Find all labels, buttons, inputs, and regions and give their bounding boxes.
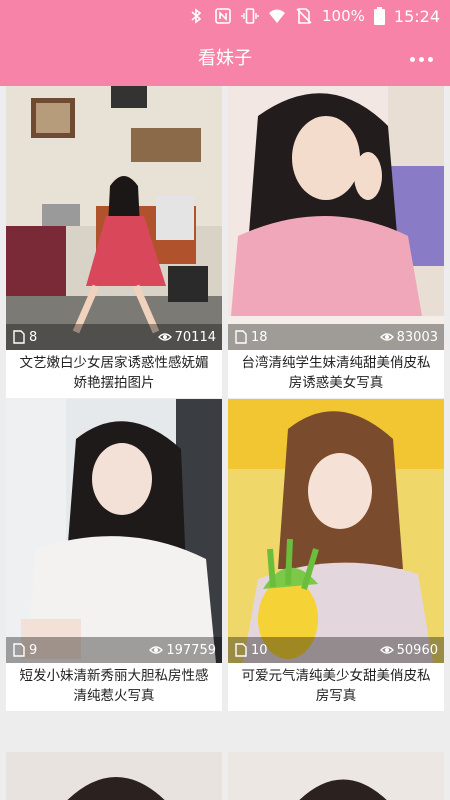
eye-icon xyxy=(149,643,164,657)
nfc-icon xyxy=(214,7,232,25)
status-bar: 100% 15:24 xyxy=(0,0,450,32)
card-caption[interactable]: 可爱元气清纯美少女甜美俏皮私房写真 xyxy=(228,663,444,711)
photo-count-icon xyxy=(234,330,248,344)
battery-percent: 100% xyxy=(322,7,365,25)
app-title: 看妹子 xyxy=(198,48,252,69)
bluetooth-icon xyxy=(187,7,205,25)
photo-count-icon xyxy=(12,643,26,657)
gallery-photo[interactable]: 18 83003 xyxy=(228,86,444,350)
eye-icon xyxy=(379,330,394,344)
gallery-photo[interactable]: 8 70114 xyxy=(6,86,222,350)
gallery-card[interactable]: 10 50960 可爱元气清纯美少女甜美俏皮私房写真 xyxy=(228,399,444,711)
gallery-photo[interactable] xyxy=(6,752,222,800)
app-bar: 看妹子 xyxy=(0,32,450,86)
gallery-card[interactable]: 9 197759 短发小妹清新秀丽大胆私房性感清纯惹火写真 xyxy=(6,399,222,711)
gallery-card[interactable]: 18 83003 台湾清纯学生妹清纯甜美俏皮私房诱惑美女写真 xyxy=(228,86,444,398)
gallery-card-partial[interactable] xyxy=(6,752,222,800)
view-count: 50960 xyxy=(396,642,438,658)
photo-meta-bar: 8 70114 xyxy=(6,324,222,350)
gallery-photo[interactable] xyxy=(228,752,444,800)
eye-icon xyxy=(379,643,394,657)
view-count: 70114 xyxy=(174,329,216,345)
gallery-card-partial[interactable] xyxy=(228,752,444,800)
card-caption[interactable]: 文艺嫩白少女居家诱惑性感妩媚娇艳摆拍图片 xyxy=(6,350,222,398)
photo-count: 8 xyxy=(29,329,38,345)
clock: 15:24 xyxy=(393,6,440,26)
photo-meta-bar: 18 83003 xyxy=(228,324,444,350)
photo-count: 9 xyxy=(29,642,38,658)
photo-count-icon xyxy=(12,330,26,344)
gallery-photo[interactable]: 10 50960 xyxy=(228,399,444,663)
card-caption[interactable]: 短发小妹清新秀丽大胆私房性感清纯惹火写真 xyxy=(6,663,222,711)
eye-icon xyxy=(157,330,172,344)
gallery-card[interactable]: 8 70114 文艺嫩白少女居家诱惑性感妩媚娇艳摆拍图片 xyxy=(6,86,222,398)
card-caption[interactable]: 台湾清纯学生妹清纯甜美俏皮私房诱惑美女写真 xyxy=(228,350,444,398)
photo-count-icon xyxy=(234,643,248,657)
no-sim-icon xyxy=(295,7,313,25)
more-horizontal-icon[interactable] xyxy=(406,45,436,73)
wifi-icon xyxy=(268,7,286,25)
gallery-grid[interactable]: 8 70114 文艺嫩白少女居家诱惑性感妩媚娇艳摆拍图片 18 83003 台湾… xyxy=(0,86,450,800)
gallery-photo[interactable]: 9 197759 xyxy=(6,399,222,663)
photo-count: 18 xyxy=(251,329,268,345)
view-count: 83003 xyxy=(396,329,438,345)
vibrate-icon xyxy=(241,7,259,25)
photo-count: 10 xyxy=(251,642,268,658)
view-count: 197759 xyxy=(166,642,216,658)
battery-icon xyxy=(373,7,385,25)
photo-meta-bar: 9 197759 xyxy=(6,637,222,663)
photo-meta-bar: 10 50960 xyxy=(228,637,444,663)
